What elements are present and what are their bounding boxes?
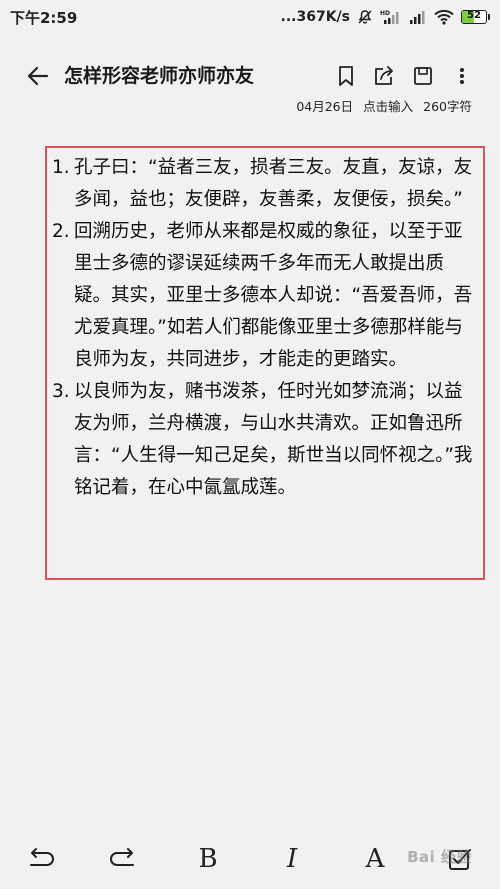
list-text: 回溯历史，老师从来都是权威的象征，以至于亚里士多德的谬误延续两千多年而无人敢提出… bbox=[74, 221, 473, 370]
bookmark-icon bbox=[339, 66, 353, 86]
mute-icon bbox=[357, 9, 373, 25]
title-bar: 怎样形容老师亦师亦友 bbox=[0, 58, 500, 94]
status-icons: ...367K/s HD 52 bbox=[281, 9, 490, 25]
list-item: 2. 回溯历史，老师从来都是权威的象征，以至于亚里士多德的谬误延续两千多年而无人… bbox=[52, 216, 477, 376]
list-number: 3. bbox=[52, 381, 70, 402]
undo-icon bbox=[30, 848, 54, 866]
list-number: 1. bbox=[52, 157, 70, 178]
font-size-button[interactable]: A bbox=[362, 844, 388, 874]
back-arrow-icon bbox=[27, 66, 49, 86]
wifi-icon bbox=[434, 9, 454, 25]
char-count: 260字符 bbox=[423, 99, 472, 114]
more-options-button[interactable] bbox=[449, 62, 475, 90]
note-body[interactable]: 1. 孔子曰：“益者三友，损者三友。友直，友谅，友多闻，益也；友便辟，友善柔，友… bbox=[52, 152, 477, 504]
list-item: 1. 孔子曰：“益者三友，损者三友。友直，友谅，友多闻，益也；友便辟，友善柔，友… bbox=[52, 152, 477, 216]
bookmark-button[interactable] bbox=[333, 62, 359, 90]
watermark: Bai 经验 bbox=[407, 848, 472, 866]
share-button[interactable] bbox=[371, 62, 397, 90]
back-button[interactable] bbox=[24, 62, 52, 90]
list-item: 3. 以良师为友，赌书泼茶，任时光如梦流淌；以益友为师，兰舟横渡，与山水共清欢。… bbox=[52, 376, 477, 504]
note-meta: 04月26日 点击输入 260字符 bbox=[296, 96, 472, 115]
list-text: 孔子曰：“益者三友，损者三友。友直，友谅，友多闻，益也；友便辟，友善柔，友便佞，… bbox=[74, 157, 473, 210]
bold-button[interactable]: B bbox=[196, 844, 220, 874]
redo-icon bbox=[110, 848, 134, 866]
status-bar: 下午2:59 ...367K/s HD 52 bbox=[0, 0, 500, 34]
signal-hd-icon: HD bbox=[380, 9, 402, 25]
note-date: 04月26日 bbox=[296, 99, 354, 114]
input-hint[interactable]: 点击输入 bbox=[363, 96, 413, 115]
battery-level: 52 bbox=[467, 10, 481, 21]
list-number: 2. bbox=[52, 221, 70, 242]
signal-icon bbox=[409, 9, 427, 25]
undo-button[interactable] bbox=[26, 844, 56, 874]
share-icon bbox=[375, 66, 393, 85]
more-vertical-icon bbox=[460, 68, 464, 84]
save-button[interactable] bbox=[410, 62, 436, 90]
network-speed: ...367K/s bbox=[280, 9, 350, 25]
note-title: 怎样形容老师亦师亦友 bbox=[64, 65, 255, 87]
notes-app-screen: 下午2:59 ...367K/s HD 52 怎样形容老师亦师亦友 04月26日… bbox=[0, 0, 500, 889]
status-time: 下午2:59 bbox=[10, 8, 78, 27]
battery-icon: 52 bbox=[461, 10, 490, 24]
save-icon bbox=[414, 67, 432, 85]
italic-button[interactable]: I bbox=[280, 844, 304, 874]
svg-text:HD: HD bbox=[380, 10, 390, 17]
redo-button[interactable] bbox=[108, 844, 138, 874]
list-text: 以良师为友，赌书泼茶，任时光如梦流淌；以益友为师，兰舟横渡，与山水共清欢。正如鲁… bbox=[74, 381, 473, 498]
